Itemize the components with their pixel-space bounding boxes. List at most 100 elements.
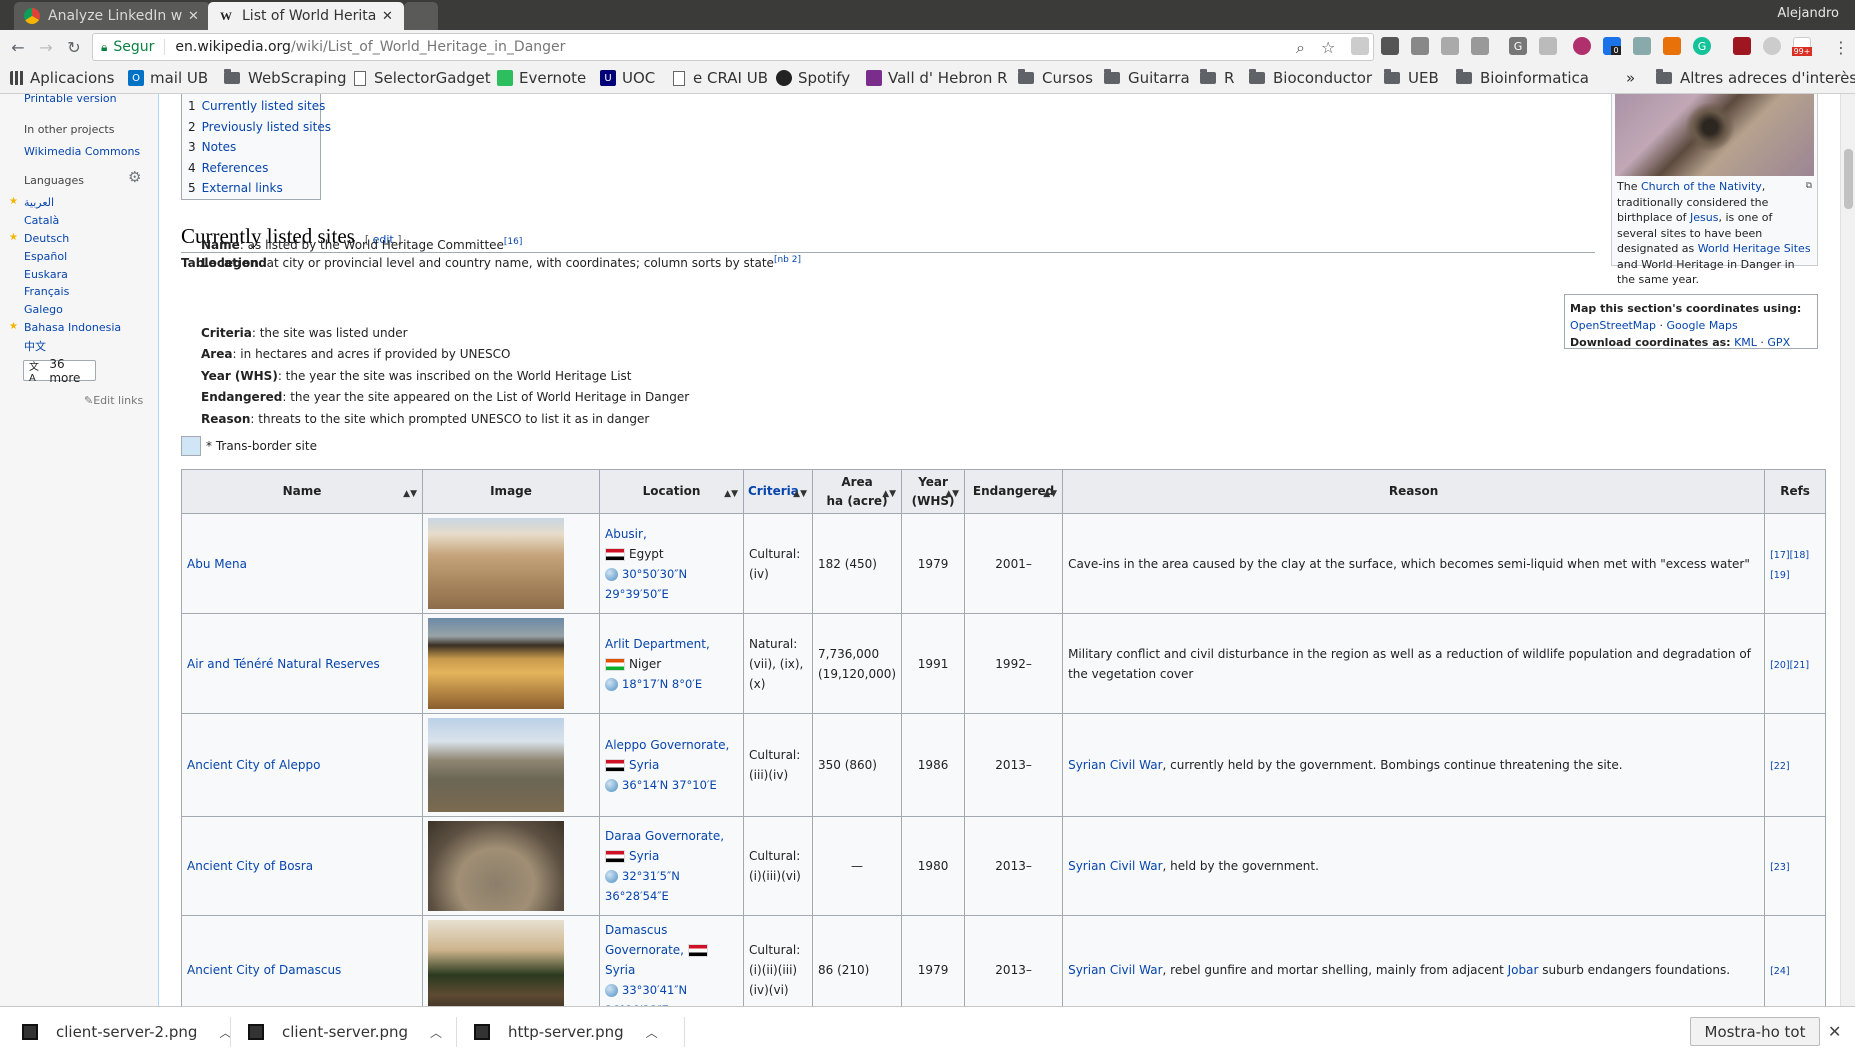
- globe-icon[interactable]: [605, 984, 618, 997]
- header-endangered[interactable]: Endangered ▲▼: [964, 469, 1064, 514]
- bookmark-cursos[interactable]: Cursos: [1018, 69, 1093, 87]
- chevron-up-icon[interactable]: ︿: [430, 1024, 442, 1041]
- openstreetmap-link[interactable]: OpenStreetMap: [1570, 319, 1656, 332]
- toc-item[interactable]: 5 External links: [188, 181, 320, 202]
- header-area[interactable]: Area ha (acre) ▲▼: [811, 469, 903, 514]
- bookmark-bioconductor[interactable]: Bioconductor: [1249, 69, 1372, 87]
- bookmark-selectorgadget[interactable]: SelectorGadget: [354, 69, 491, 87]
- lang-euskara[interactable]: Euskara: [24, 268, 68, 281]
- jesus-link[interactable]: Jesus: [1690, 211, 1718, 224]
- bookmark-bioinformatica[interactable]: Bioinformatica: [1456, 69, 1589, 87]
- download-item[interactable]: client-server.png ︿: [248, 1023, 442, 1041]
- bookmark-uoc[interactable]: U UOC: [600, 69, 655, 87]
- lang-deutsch[interactable]: Deutsch: [24, 232, 69, 245]
- globe-icon[interactable]: [605, 870, 618, 883]
- lang-galego[interactable]: Galego: [24, 303, 63, 316]
- world-heritage-sites-link[interactable]: World Heritage Sites: [1698, 242, 1811, 255]
- ext-tool-icon[interactable]: [1663, 37, 1681, 55]
- wikimedia-commons-link[interactable]: Wikimedia Commons: [24, 145, 140, 158]
- bookmark-webscraping[interactable]: WebScraping: [224, 69, 347, 87]
- site-image[interactable]: [428, 618, 564, 709]
- location-link[interactable]: Daraa Governorate,: [605, 829, 724, 843]
- site-name-link[interactable]: Abu Mena: [187, 557, 247, 571]
- site-name-link[interactable]: Ancient City of Aleppo: [187, 758, 320, 772]
- back-icon[interactable]: ←: [8, 37, 28, 57]
- site-image[interactable]: [428, 821, 564, 911]
- page-scrollbar[interactable]: [1840, 94, 1855, 1006]
- tab-analyze-linkedin[interactable]: Analyze LinkedIn w ✕: [14, 2, 210, 30]
- ext-mail-icon[interactable]: 0: [1603, 37, 1621, 55]
- globe-icon[interactable]: [605, 677, 618, 691]
- lang-chinese[interactable]: 中文: [24, 338, 46, 354]
- refs-links[interactable]: [20][21]: [1770, 660, 1809, 671]
- toc-item[interactable]: 3 Notes: [188, 140, 320, 161]
- ext-circle-icon[interactable]: [1763, 37, 1781, 55]
- gear-icon[interactable]: ⚙: [128, 168, 141, 186]
- zoom-icon[interactable]: ⌕: [1296, 38, 1305, 58]
- citation-link[interactable]: [16]: [504, 237, 522, 247]
- ext-shield-icon[interactable]: [1351, 37, 1369, 55]
- show-all-button[interactable]: Mostra-ho tot: [1690, 1017, 1820, 1046]
- coordinates-link[interactable]: 33°30′41″N 36°18′23″E: [605, 983, 687, 1006]
- bookmark-ueb[interactable]: UEB: [1384, 69, 1439, 87]
- bookmarks-overflow-button[interactable]: »: [1626, 69, 1635, 87]
- lang-francais[interactable]: Français: [24, 285, 69, 298]
- syrian-civil-war-link[interactable]: Syrian Civil War: [1068, 758, 1162, 772]
- ext-record-icon[interactable]: [1573, 37, 1591, 55]
- site-image[interactable]: [428, 920, 564, 1006]
- ext-mendeley-icon[interactable]: [1733, 37, 1751, 55]
- country-link[interactable]: Syria: [605, 963, 635, 977]
- ext-grammarly-icon[interactable]: G: [1693, 37, 1711, 55]
- gpx-link[interactable]: GPX: [1767, 336, 1790, 349]
- church-of-nativity-link[interactable]: Church of the Nativity: [1641, 180, 1762, 193]
- ext-pin-icon[interactable]: [1539, 37, 1557, 55]
- bookmark-evernote[interactable]: Evernote: [497, 69, 586, 87]
- more-languages-button[interactable]: 文A 36 more: [23, 357, 96, 385]
- toc-item[interactable]: 1 Currently listed sites: [188, 99, 325, 120]
- globe-icon[interactable]: [605, 779, 618, 792]
- lang-arabic[interactable]: العربية: [24, 196, 54, 209]
- location-link[interactable]: Damascus Governorate,: [605, 923, 684, 957]
- lang-bahasa-indonesia[interactable]: Bahasa Indonesia: [24, 321, 121, 334]
- chevron-up-icon[interactable]: ︿: [646, 1024, 658, 1041]
- toc-item[interactable]: 4 References: [188, 161, 320, 182]
- coordinates-link[interactable]: 18°17′N 8°0′E: [622, 677, 702, 691]
- bookmark-star-icon[interactable]: ☆: [1321, 38, 1335, 57]
- country-link[interactable]: Syria: [629, 849, 659, 863]
- bookmark-spotify[interactable]: Spotify: [776, 69, 850, 87]
- ext-dropbox-icon[interactable]: [1411, 37, 1429, 55]
- header-criteria[interactable]: Criteria ▲▼: [743, 469, 813, 514]
- syrian-civil-war-link[interactable]: Syrian Civil War: [1068, 963, 1162, 977]
- download-item[interactable]: http-server.png ︿: [474, 1023, 658, 1041]
- download-item[interactable]: client-server-2.png ︿: [22, 1023, 231, 1041]
- location-link[interactable]: Aleppo Governorate,: [605, 738, 729, 752]
- site-name-link[interactable]: Ancient City of Bosra: [187, 859, 313, 873]
- bookmark-other[interactable]: Altres adreces d'interès: [1656, 69, 1855, 87]
- nativity-image[interactable]: [1615, 94, 1814, 176]
- bookmark-ecrai-ub[interactable]: e CRAI UB: [673, 69, 768, 87]
- ext-gear-icon[interactable]: [1441, 37, 1459, 55]
- syrian-civil-war-link[interactable]: Syrian Civil War: [1068, 859, 1162, 873]
- refs-links[interactable]: [17][18] [19]: [1770, 550, 1809, 581]
- lang-espanol[interactable]: Español: [24, 250, 67, 263]
- printable-version-link[interactable]: Printable version: [24, 94, 117, 105]
- site-image[interactable]: [428, 518, 564, 609]
- site-name-link[interactable]: Ancient City of Damascus: [187, 963, 341, 977]
- address-bar[interactable]: 🔒︎ Segur en.wikipedia.org/wiki/List_of_W…: [92, 33, 1374, 61]
- google-maps-link[interactable]: Google Maps: [1667, 319, 1738, 332]
- header-year[interactable]: Year (WHS) ▲▼: [901, 469, 966, 514]
- refs-links[interactable]: [22]: [1770, 761, 1790, 772]
- coordinates-link[interactable]: 36°14′N 37°10′E: [622, 778, 717, 792]
- bookmark-aplicacions[interactable]: Aplicacions: [10, 69, 114, 87]
- country-link[interactable]: Syria: [629, 758, 659, 772]
- new-tab-button[interactable]: [404, 2, 438, 30]
- reload-icon[interactable]: ↻: [64, 37, 84, 57]
- enlarge-icon[interactable]: ⧉: [1806, 179, 1812, 195]
- bookmark-vall-dhebron[interactable]: Vall d' Hebron R: [866, 69, 1008, 87]
- kml-link[interactable]: KML: [1734, 336, 1757, 349]
- globe-icon[interactable]: [605, 567, 618, 581]
- citation-link[interactable]: [nb 2]: [774, 255, 801, 265]
- toc-item[interactable]: 2 Previously listed sites: [188, 120, 331, 141]
- forward-icon[interactable]: →: [36, 37, 56, 57]
- header-name[interactable]: Name ▲▼: [181, 469, 423, 514]
